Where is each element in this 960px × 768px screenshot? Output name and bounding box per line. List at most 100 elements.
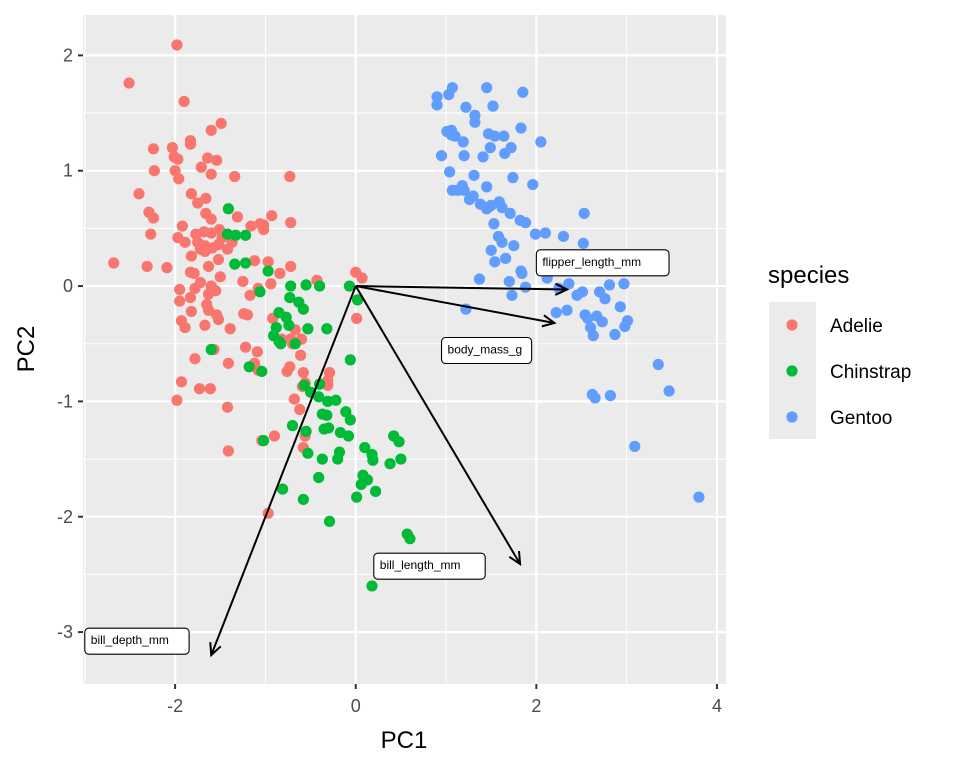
data-point	[204, 383, 216, 395]
data-point	[596, 316, 608, 328]
y-tick-label: 2	[63, 45, 73, 65]
data-point	[171, 39, 183, 51]
data-point	[519, 281, 532, 293]
data-point	[321, 409, 333, 421]
data-point	[614, 301, 626, 313]
data-point	[224, 323, 236, 335]
data-point	[161, 262, 173, 274]
data-point	[189, 353, 201, 365]
x-axis: -2 0 2 4	[167, 684, 722, 716]
data-point	[384, 458, 396, 470]
y-tick-label: -1	[57, 391, 73, 411]
data-point	[539, 227, 551, 239]
data-point	[147, 212, 160, 224]
data-point	[179, 236, 191, 248]
data-point	[212, 253, 225, 266]
data-point	[268, 430, 281, 442]
x-tick-label: -2	[167, 696, 183, 716]
data-point	[488, 218, 500, 230]
data-point	[221, 401, 234, 413]
plot-panel	[83, 15, 726, 684]
data-point	[321, 323, 333, 335]
data-point	[393, 436, 405, 448]
data-point	[195, 161, 207, 173]
data-point	[355, 478, 367, 491]
x-tick-label: 2	[531, 696, 541, 716]
data-point	[145, 228, 157, 240]
data-point	[535, 136, 547, 148]
data-point	[222, 445, 234, 457]
data-point	[297, 366, 309, 379]
data-point	[251, 346, 263, 358]
data-point	[302, 323, 314, 335]
data-point	[498, 130, 510, 142]
y-tick-label: -3	[57, 622, 73, 642]
data-point	[148, 165, 160, 177]
data-point	[481, 181, 493, 193]
data-point	[174, 295, 186, 307]
legend-key	[786, 319, 798, 331]
data-point	[446, 184, 458, 196]
label-bill_depth_mm: bill_depth_mm	[84, 627, 190, 655]
loading-label-text: flipper_length_mm	[542, 255, 641, 269]
data-point	[172, 153, 184, 165]
data-point	[297, 303, 309, 315]
data-point	[173, 173, 185, 185]
data-point	[262, 265, 274, 277]
data-point	[221, 243, 234, 255]
data-point	[188, 267, 200, 279]
data-point	[239, 229, 252, 241]
y-tick-label: 0	[63, 276, 73, 296]
data-point	[205, 124, 217, 136]
y-tick-label: -2	[57, 507, 73, 527]
data-point	[297, 493, 309, 506]
y-axis: -3 -2 -1 0 1 2	[57, 45, 83, 642]
data-point	[351, 312, 363, 324]
data-point	[194, 277, 207, 289]
data-point	[506, 289, 518, 301]
data-point	[587, 330, 599, 342]
y-axis-title: PC2	[13, 326, 40, 373]
data-point	[202, 260, 215, 273]
data-point	[621, 315, 634, 327]
data-point	[444, 166, 456, 178]
data-point	[561, 304, 573, 316]
data-point	[604, 390, 617, 402]
data-point	[344, 414, 356, 426]
data-point	[652, 358, 664, 371]
data-point	[205, 213, 217, 225]
data-point	[663, 385, 675, 397]
data-point	[166, 142, 179, 154]
data-point	[231, 211, 244, 223]
data-point	[463, 193, 476, 206]
loading-label-text: bill_depth_mm	[91, 633, 169, 647]
data-point	[215, 117, 227, 130]
legend-label: Chinstrap	[830, 362, 911, 383]
data-point	[629, 440, 641, 452]
data-point	[185, 305, 197, 318]
data-point	[229, 170, 241, 183]
data-point	[500, 252, 512, 264]
data-point	[316, 453, 328, 465]
data-point	[489, 256, 501, 268]
data-point	[487, 100, 499, 112]
data-point	[578, 207, 590, 219]
data-point	[266, 210, 278, 222]
data-point	[285, 217, 297, 229]
label-bill_length_mm: bill_length_mm	[373, 552, 486, 580]
data-point	[222, 357, 234, 369]
data-point	[515, 122, 527, 134]
data-point	[199, 319, 211, 331]
data-point	[184, 291, 197, 304]
data-point	[693, 491, 705, 503]
data-point	[184, 138, 197, 150]
data-point	[323, 422, 335, 434]
pca-biplot: flipper_length_mm body_mass_g bill_length_…	[13, 15, 911, 754]
data-point	[484, 142, 496, 154]
data-point	[212, 313, 225, 326]
data-point	[460, 101, 472, 113]
data-point	[133, 188, 145, 200]
data-point	[265, 278, 277, 290]
data-point	[237, 275, 249, 288]
data-point	[431, 99, 443, 111]
